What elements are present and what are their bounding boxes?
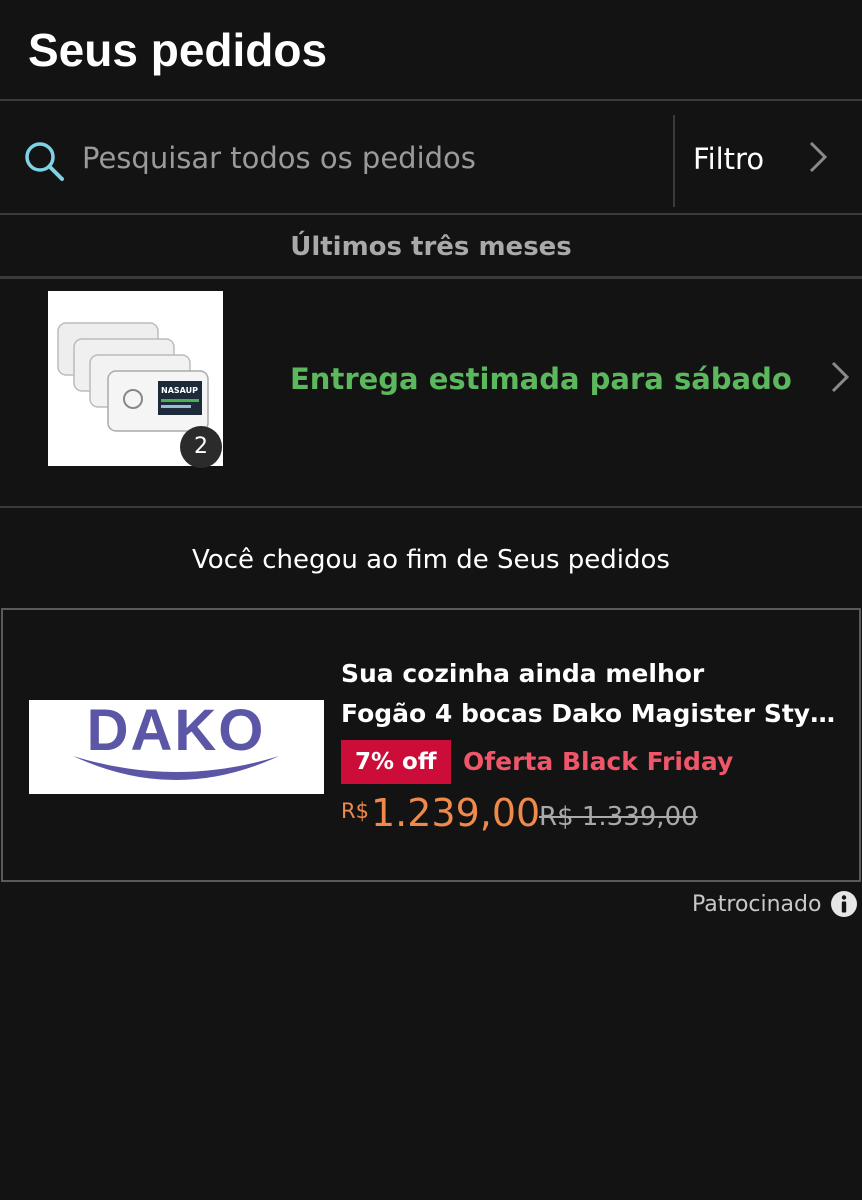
delivery-status: Entrega estimada para sábado — [290, 362, 792, 396]
search-input[interactable] — [82, 131, 652, 185]
page-header: Seus pedidos — [0, 0, 862, 101]
sponsored-ad-card[interactable]: DAKO Sua cozinha ainda melhor Fogão 4 bo… — [1, 608, 861, 882]
current-price: 1.239,00 — [371, 791, 541, 835]
quantity-badge: 2 — [180, 426, 222, 468]
dako-logo: DAKO — [29, 700, 324, 794]
page-title: Seus pedidos — [28, 24, 328, 76]
section-title: Últimos três meses — [290, 232, 572, 262]
search-divider — [673, 115, 675, 207]
price-currency: R$ — [341, 799, 369, 823]
end-of-orders-message: Você chegou ao fim de Seus pedidos — [192, 545, 670, 575]
old-price: R$ 1.339,00 — [539, 802, 698, 832]
logo-text: DAKO — [87, 700, 266, 763]
ad-tagline: Sua cozinha ainda melhor — [341, 659, 705, 688]
chevron-right-icon — [831, 361, 850, 393]
thumb-brand-text: NASAUP — [161, 386, 198, 395]
orders-page: Seus pedidos Filtro Últimos três meses — [0, 0, 862, 1200]
chevron-right-icon — [809, 141, 828, 173]
info-icon — [831, 891, 857, 917]
filter-label: Filtro — [693, 142, 765, 176]
search-bar: Filtro — [0, 101, 862, 215]
order-item[interactable]: NASAUP 2 Entrega estimada para sábado — [0, 279, 862, 508]
sponsored-label: Patrocinado — [692, 892, 822, 917]
search-icon — [25, 142, 64, 181]
deal-label: Oferta Black Friday — [463, 747, 734, 776]
discount-badge: 7% off — [341, 740, 451, 784]
ad-product-title: Fogão 4 bocas Dako Magister Style Branco — [341, 699, 841, 728]
section-header: Últimos três meses — [0, 215, 862, 279]
filter-button[interactable]: Filtro — [676, 101, 862, 213]
